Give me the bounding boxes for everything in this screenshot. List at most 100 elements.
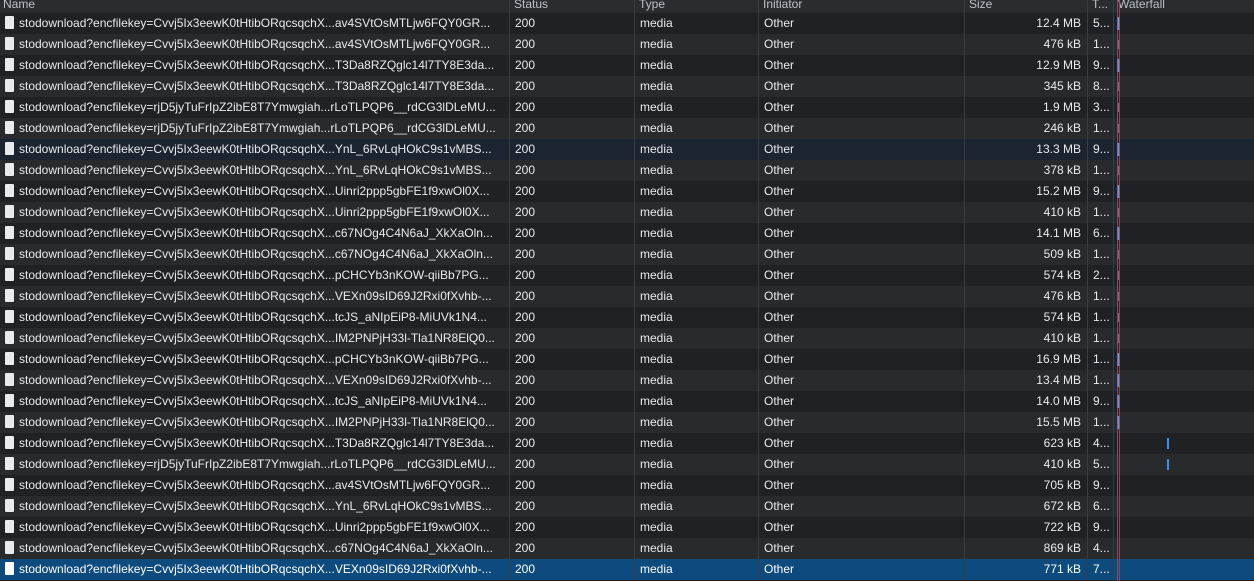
table-row[interactable]: stodownload?encfilekey=Cvvj5Ix3eewK0tHti…	[0, 202, 1254, 223]
table-row[interactable]: stodownload?encfilekey=Cvvj5Ix3eewK0tHti…	[0, 139, 1254, 160]
table-row[interactable]: stodownload?encfilekey=Cvvj5Ix3eewK0tHti…	[0, 391, 1254, 412]
request-waterfall	[1113, 391, 1254, 412]
request-waterfall	[1113, 202, 1254, 223]
network-table-header: Name Status Type Initiator Size T... Wat…	[0, 0, 1254, 14]
request-waterfall	[1113, 454, 1254, 475]
column-header-time[interactable]: T...	[1087, 0, 1113, 13]
request-time: 1...	[1087, 34, 1113, 55]
request-size: 574 kB	[964, 265, 1087, 286]
request-initiator: Other	[758, 76, 964, 97]
request-status: 200	[509, 454, 634, 475]
table-row[interactable]: stodownload?encfilekey=Cvvj5Ix3eewK0tHti…	[0, 13, 1254, 34]
request-initiator: Other	[758, 496, 964, 517]
request-size: 672 kB	[964, 496, 1087, 517]
request-size: 16.9 MB	[964, 349, 1087, 370]
request-status: 200	[509, 475, 634, 496]
waterfall-load-line	[1119, 0, 1120, 581]
request-size: 722 kB	[964, 517, 1087, 538]
table-row[interactable]: stodownload?encfilekey=Cvvj5Ix3eewK0tHti…	[0, 265, 1254, 286]
request-size: 246 kB	[964, 118, 1087, 139]
table-row[interactable]: stodownload?encfilekey=Cvvj5Ix3eewK0tHti…	[0, 475, 1254, 496]
request-name: stodownload?encfilekey=Cvvj5Ix3eewK0tHti…	[0, 328, 509, 349]
file-icon	[5, 562, 14, 575]
request-initiator: Other	[758, 265, 964, 286]
request-name: stodownload?encfilekey=Cvvj5Ix3eewK0tHti…	[0, 202, 509, 223]
table-row[interactable]: stodownload?encfilekey=Cvvj5Ix3eewK0tHti…	[0, 244, 1254, 265]
request-waterfall	[1113, 307, 1254, 328]
request-name-label: stodownload?encfilekey=Cvvj5Ix3eewK0tHti…	[19, 142, 492, 156]
request-initiator: Other	[758, 370, 964, 391]
request-status: 200	[509, 160, 634, 181]
table-row[interactable]: stodownload?encfilekey=Cvvj5Ix3eewK0tHti…	[0, 181, 1254, 202]
table-row[interactable]: stodownload?encfilekey=Cvvj5Ix3eewK0tHti…	[0, 349, 1254, 370]
table-row[interactable]: stodownload?encfilekey=rjD5jyTuFrIpZ2ibE…	[0, 118, 1254, 139]
table-row[interactable]: stodownload?encfilekey=rjD5jyTuFrIpZ2ibE…	[0, 97, 1254, 118]
table-row[interactable]: stodownload?encfilekey=Cvvj5Ix3eewK0tHti…	[0, 496, 1254, 517]
table-row[interactable]: stodownload?encfilekey=Cvvj5Ix3eewK0tHti…	[0, 517, 1254, 538]
request-status: 200	[509, 496, 634, 517]
request-name-label: stodownload?encfilekey=Cvvj5Ix3eewK0tHti…	[19, 331, 495, 345]
request-time: 1...	[1087, 307, 1113, 328]
request-name: stodownload?encfilekey=Cvvj5Ix3eewK0tHti…	[0, 244, 509, 265]
table-row[interactable]: stodownload?encfilekey=Cvvj5Ix3eewK0tHti…	[0, 160, 1254, 181]
request-status: 200	[509, 202, 634, 223]
file-icon	[5, 499, 14, 512]
request-initiator: Other	[758, 34, 964, 55]
request-status: 200	[509, 349, 634, 370]
table-row[interactable]: stodownload?encfilekey=Cvvj5Ix3eewK0tHti…	[0, 412, 1254, 433]
table-row[interactable]: stodownload?encfilekey=Cvvj5Ix3eewK0tHti…	[0, 307, 1254, 328]
request-name-label: stodownload?encfilekey=Cvvj5Ix3eewK0tHti…	[19, 520, 490, 534]
request-time: 8...	[1087, 76, 1113, 97]
file-icon	[5, 100, 14, 113]
request-initiator: Other	[758, 181, 964, 202]
column-header-waterfall[interactable]: Waterfall	[1113, 0, 1254, 13]
column-header-name[interactable]: Name	[0, 0, 509, 13]
file-icon	[5, 541, 14, 554]
table-row[interactable]: stodownload?encfilekey=Cvvj5Ix3eewK0tHti…	[0, 433, 1254, 454]
column-header-status[interactable]: Status	[509, 0, 634, 13]
table-row[interactable]: stodownload?encfilekey=Cvvj5Ix3eewK0tHti…	[0, 328, 1254, 349]
request-name: stodownload?encfilekey=Cvvj5Ix3eewK0tHti…	[0, 265, 509, 286]
request-initiator: Other	[758, 244, 964, 265]
table-row[interactable]: stodownload?encfilekey=Cvvj5Ix3eewK0tHti…	[0, 76, 1254, 97]
column-header-type[interactable]: Type	[634, 0, 758, 13]
column-header-initiator[interactable]: Initiator	[758, 0, 964, 13]
request-status: 200	[509, 370, 634, 391]
request-initiator: Other	[758, 412, 964, 433]
request-status: 200	[509, 139, 634, 160]
table-row[interactable]: stodownload?encfilekey=Cvvj5Ix3eewK0tHti…	[0, 55, 1254, 76]
request-waterfall	[1113, 118, 1254, 139]
request-name: stodownload?encfilekey=rjD5jyTuFrIpZ2ibE…	[0, 454, 509, 475]
table-row[interactable]: stodownload?encfilekey=Cvvj5Ix3eewK0tHti…	[0, 559, 1254, 580]
request-status: 200	[509, 433, 634, 454]
request-initiator: Other	[758, 391, 964, 412]
request-time: 3...	[1087, 97, 1113, 118]
request-size: 476 kB	[964, 286, 1087, 307]
table-row[interactable]: stodownload?encfilekey=Cvvj5Ix3eewK0tHti…	[0, 538, 1254, 559]
request-type: media	[634, 454, 758, 475]
request-name-label: stodownload?encfilekey=Cvvj5Ix3eewK0tHti…	[19, 163, 492, 177]
file-icon	[5, 79, 14, 92]
request-status: 200	[509, 391, 634, 412]
request-name-label: stodownload?encfilekey=Cvvj5Ix3eewK0tHti…	[19, 184, 490, 198]
request-time: 1...	[1087, 202, 1113, 223]
table-row[interactable]: stodownload?encfilekey=Cvvj5Ix3eewK0tHti…	[0, 370, 1254, 391]
request-size: 574 kB	[964, 307, 1087, 328]
request-name-label: stodownload?encfilekey=Cvvj5Ix3eewK0tHti…	[19, 268, 489, 282]
file-icon	[5, 331, 14, 344]
file-icon	[5, 289, 14, 302]
file-icon	[5, 247, 14, 260]
request-type: media	[634, 265, 758, 286]
request-name-label: stodownload?encfilekey=rjD5jyTuFrIpZ2ibE…	[19, 100, 496, 114]
request-type: media	[634, 559, 758, 580]
request-status: 200	[509, 286, 634, 307]
request-initiator: Other	[758, 202, 964, 223]
request-name-label: stodownload?encfilekey=Cvvj5Ix3eewK0tHti…	[19, 58, 495, 72]
request-waterfall	[1113, 517, 1254, 538]
column-header-size[interactable]: Size	[964, 0, 1087, 13]
table-row[interactable]: stodownload?encfilekey=rjD5jyTuFrIpZ2ibE…	[0, 454, 1254, 475]
request-type: media	[634, 139, 758, 160]
table-row[interactable]: stodownload?encfilekey=Cvvj5Ix3eewK0tHti…	[0, 34, 1254, 55]
table-row[interactable]: stodownload?encfilekey=Cvvj5Ix3eewK0tHti…	[0, 286, 1254, 307]
table-row[interactable]: stodownload?encfilekey=Cvvj5Ix3eewK0tHti…	[0, 223, 1254, 244]
